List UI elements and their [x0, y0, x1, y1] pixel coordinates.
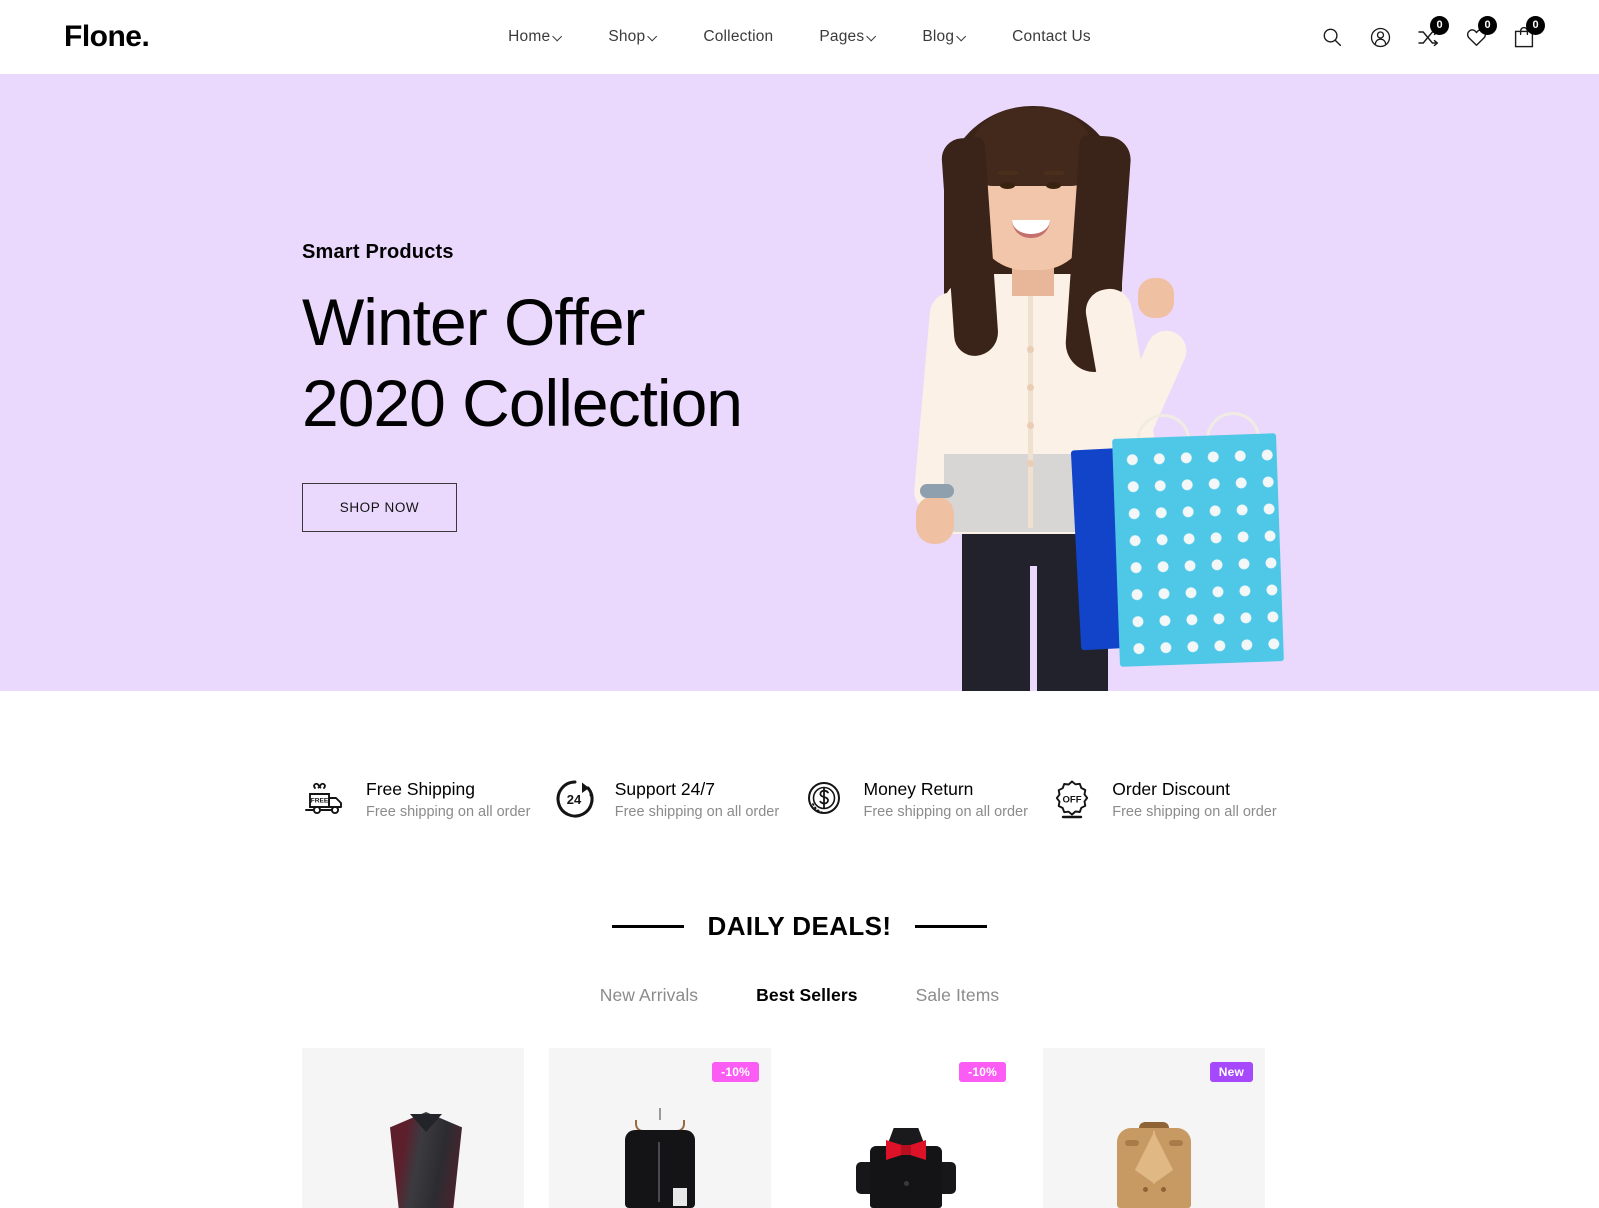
product-card[interactable]: New: [1043, 1048, 1265, 1208]
nav-item-contact-us[interactable]: Contact Us: [1012, 28, 1091, 46]
daily-deals-heading: DAILY DEALS!: [0, 911, 1599, 942]
nav-item-blog[interactable]: Blog: [922, 28, 966, 46]
site-logo[interactable]: Flone.: [64, 20, 150, 54]
product-image-trench-coat: [1043, 1108, 1265, 1208]
section-title: DAILY DEALS!: [707, 911, 892, 941]
product-card[interactable]: -10%: [796, 1048, 1018, 1208]
nav-item-home[interactable]: Home: [508, 28, 562, 46]
money-return-icon: [800, 775, 848, 823]
feature-subtitle: Free shipping on all order: [614, 803, 780, 820]
heading-rule-left: [611, 925, 684, 928]
feature-subtitle: Free shipping on all order: [1112, 803, 1277, 820]
hero-eyebrow: Smart Products: [302, 241, 454, 263]
chevron-down-icon: [648, 32, 657, 41]
svg-text:24: 24: [567, 792, 582, 807]
product-grid: -10% -10% New: [0, 1048, 1599, 1208]
discount-badge: -10%: [959, 1062, 1006, 1082]
svg-text:OFF: OFF: [1063, 795, 1082, 806]
feature-free-shipping: FREE Free Shipping Free shipping on all …: [302, 775, 551, 823]
product-image-bowtie-shirt: [796, 1108, 1018, 1208]
chevron-down-icon: [553, 32, 562, 41]
feature-title: Order Discount: [1112, 778, 1230, 799]
nav-label: Shop: [608, 28, 646, 45]
nav-label: Collection: [703, 28, 774, 45]
feature-title: Free Shipping: [366, 778, 475, 799]
chevron-down-icon: [867, 32, 876, 41]
feature-strip: FREE Free Shipping Free shipping on all …: [0, 691, 1599, 823]
wishlist-count-badge: 0: [1478, 16, 1497, 35]
nav-label: Pages: [819, 28, 865, 45]
heading-rule-right: [915, 925, 988, 928]
feature-subtitle: Free shipping on all order: [366, 803, 531, 820]
hero-banner: Smart Products Winter Offer 2020 Collect…: [0, 74, 1599, 691]
product-image-poncho: [302, 1108, 524, 1208]
feature-title: Money Return: [863, 778, 974, 799]
cart-count-badge: 0: [1526, 16, 1545, 35]
header-icon-group: 0 0 0: [1321, 16, 1545, 49]
feature-order-discount: OFF Order Discount Free shipping on all …: [1048, 775, 1297, 823]
nav-item-pages[interactable]: Pages: [819, 28, 876, 46]
tab-best-sellers[interactable]: Best Sellers: [756, 985, 857, 1006]
chevron-down-icon: [957, 32, 966, 41]
search-icon[interactable]: [1321, 25, 1343, 49]
product-card[interactable]: [302, 1048, 524, 1208]
feature-title: Support 24/7: [614, 778, 715, 799]
user-account-icon[interactable]: [1369, 25, 1391, 49]
support-24-7-icon: 24: [551, 775, 599, 823]
feature-money-return: Money Return Free shipping on all order: [800, 775, 1049, 823]
deals-tab-bar: New Arrivals Best Sellers Sale Items: [0, 985, 1599, 1006]
nav-label: Blog: [922, 28, 955, 45]
shopping-bag-icon[interactable]: 0: [1513, 16, 1545, 49]
heart-icon[interactable]: 0: [1465, 16, 1497, 49]
feature-subtitle: Free shipping on all order: [863, 803, 1028, 820]
discount-badge: -10%: [712, 1062, 759, 1082]
tab-sale-items[interactable]: Sale Items: [916, 985, 1000, 1006]
nav-item-collection[interactable]: Collection: [703, 28, 773, 46]
svg-text:FREE: FREE: [311, 798, 329, 805]
hero-text-block: Smart Products Winter Offer 2020 Collect…: [302, 241, 862, 533]
shop-now-button[interactable]: SHOP NOW: [302, 483, 457, 533]
site-header: Flone. Home Shop Collection Pages Blog C…: [0, 0, 1599, 74]
order-discount-icon: OFF: [1048, 775, 1096, 823]
hero-title-line-2: 2020 Collection: [302, 365, 743, 440]
main-navigation: Home Shop Collection Pages Blog Contact …: [508, 28, 1091, 46]
feature-support-24-7: 24 Support 24/7 Free shipping on all ord…: [551, 775, 800, 823]
compare-shuffle-icon[interactable]: 0: [1417, 16, 1449, 49]
nav-item-shop[interactable]: Shop: [608, 28, 657, 46]
compare-count-badge: 0: [1430, 16, 1449, 35]
hero-title-line-1: Winter Offer: [302, 285, 646, 359]
product-card[interactable]: -10%: [549, 1048, 771, 1208]
nav-label: Home: [508, 28, 551, 45]
hero-shopper-illustration: [836, 96, 1284, 691]
nav-label: Contact Us: [1012, 28, 1091, 45]
new-badge: New: [1209, 1062, 1253, 1082]
delivery-truck-icon: FREE: [302, 775, 350, 823]
tab-new-arrivals[interactable]: New Arrivals: [600, 985, 698, 1006]
product-image-jacket: [549, 1108, 771, 1208]
